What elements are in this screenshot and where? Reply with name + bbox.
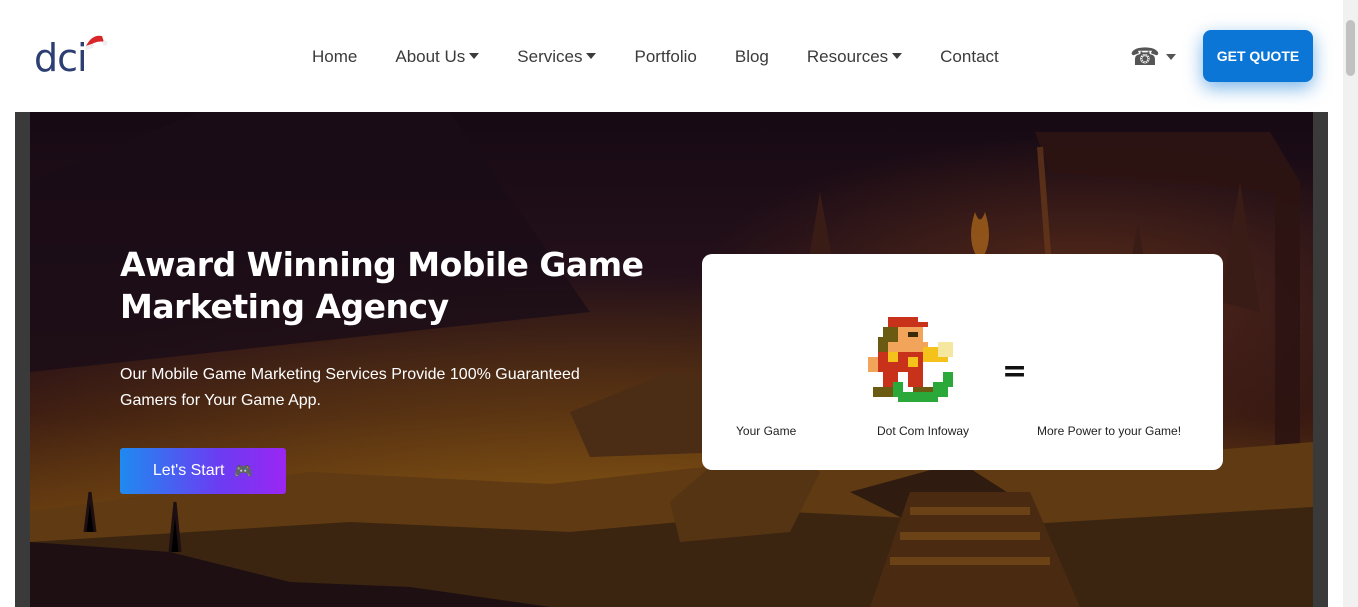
hero-title: Award Winning Mobile Game Marketing Agen…: [120, 244, 680, 328]
gamepad-icon: 🎮: [234, 463, 254, 480]
phone-icon: ☎: [1130, 44, 1160, 71]
nav-blog-label: Blog: [734, 47, 769, 66]
logo-text: dci: [34, 36, 88, 80]
nav-portfolio[interactable]: Portfolio: [615, 47, 715, 67]
caret-down-icon: [586, 53, 597, 59]
pixel-mario-icon: [868, 317, 953, 402]
nav-contact[interactable]: Contact: [921, 47, 1018, 67]
nav-blog[interactable]: Blog: [716, 47, 788, 67]
lets-start-button[interactable]: Let's Start 🎮: [120, 448, 286, 494]
equals-sign: =: [1002, 354, 1028, 389]
nav-resources-label: Resources: [806, 47, 889, 66]
phone-dropdown[interactable]: ☎: [1130, 44, 1176, 71]
nav-services-label: Services: [517, 47, 583, 66]
nav-home-label: Home: [312, 47, 358, 66]
nav-about-us[interactable]: About Us: [376, 47, 498, 67]
hero-subtitle-line-2: Gamers for Your Game App.: [120, 392, 321, 409]
caption-dot-com-infoway: Dot Com Infoway: [877, 424, 970, 438]
hero-subtitle-line-1: Our Mobile Game Marketing Services Provi…: [120, 366, 580, 383]
santa-hat-icon: [85, 35, 108, 50]
nav-resources[interactable]: Resources: [788, 47, 921, 67]
scrollbar-thumb[interactable]: [1346, 20, 1355, 76]
site-header: dci Home About Us Services Portfolio Blo…: [0, 0, 1343, 112]
page-scrollbar[interactable]: [1343, 0, 1358, 607]
nav-contact-label: Contact: [940, 47, 999, 66]
caret-down-icon: [892, 53, 903, 59]
nav-services[interactable]: Services: [498, 47, 615, 67]
lets-start-label: Let's Start: [152, 462, 225, 479]
hero-title-line-2: Marketing Agency: [120, 287, 449, 326]
main-nav: Home About Us Services Portfolio Blog Re…: [293, 44, 1018, 70]
hero-subtitle: Our Mobile Game Marketing Services Provi…: [120, 362, 620, 414]
caret-down-icon: [469, 53, 480, 59]
logo[interactable]: dci: [34, 34, 114, 82]
caption-more-power: More Power to your Game!: [1037, 424, 1182, 438]
game-equation-card: = Your Game Dot Com Infoway More Power t…: [702, 254, 1223, 470]
nav-portfolio-label: Portfolio: [634, 47, 697, 66]
get-quote-button[interactable]: GET QUOTE: [1203, 30, 1313, 82]
caret-down-icon: [1165, 54, 1176, 60]
caption-your-game: Your Game: [736, 424, 797, 438]
nav-home[interactable]: Home: [293, 47, 376, 67]
hero-section: Award Winning Mobile Game Marketing Agen…: [30, 112, 1313, 607]
nav-about-us-label: About Us: [395, 47, 466, 66]
hero-title-line-1: Award Winning Mobile Game: [120, 245, 644, 284]
